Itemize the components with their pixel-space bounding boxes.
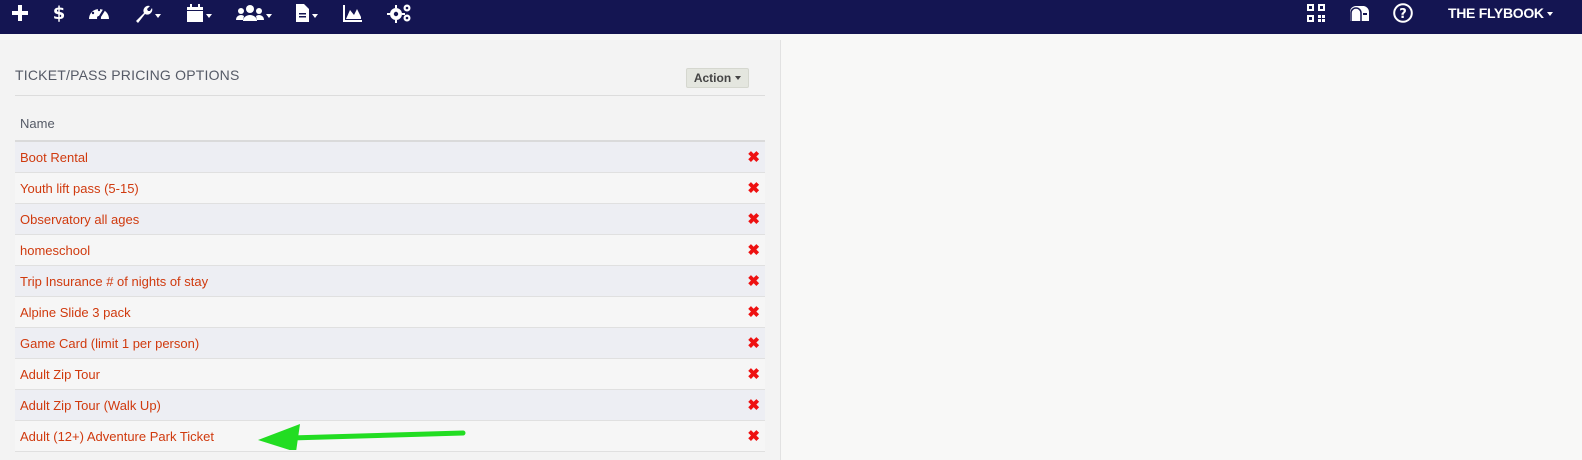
chevron-down-icon <box>1546 12 1553 16</box>
delete-icon[interactable]: ✖ <box>747 241 760 259</box>
pricing-options-table: Name Boot Rental ✖ Youth lift pass (5-15)… <box>15 106 765 452</box>
pricing-option-link[interactable]: Game Card (limit 1 per person) <box>20 336 199 351</box>
account-menu[interactable]: THE FLYBOOK <box>1448 0 1553 26</box>
brand-name: THE FLYBOOK <box>1448 5 1544 21</box>
delete-icon[interactable]: ✖ <box>747 303 760 321</box>
table-row: Game Card (limit 1 per person) ✖ <box>15 328 765 359</box>
users-icon[interactable] <box>236 0 272 26</box>
delete-icon[interactable]: ✖ <box>747 179 760 197</box>
divider <box>15 95 765 96</box>
table-row: Adult (12+) Adventure Park Ticket ✖ <box>15 421 765 452</box>
table-header: Name <box>15 106 765 142</box>
wrench-icon[interactable] <box>133 0 161 26</box>
action-dropdown-button[interactable]: Action <box>686 68 749 88</box>
delete-icon[interactable]: ✖ <box>747 365 760 383</box>
delete-icon[interactable]: ✖ <box>747 334 760 352</box>
table-row: Boot Rental ✖ <box>15 142 765 173</box>
delete-icon[interactable]: ✖ <box>747 427 760 445</box>
pricing-option-link[interactable]: Boot Rental <box>20 150 88 165</box>
svg-text:?: ? <box>1399 7 1407 22</box>
mailbox-icon[interactable] <box>1348 0 1370 26</box>
pricing-option-link[interactable]: Observatory all ages <box>20 212 139 227</box>
table-row: homeschool ✖ <box>15 235 765 266</box>
pricing-option-link[interactable]: Adult (12+) Adventure Park Ticket <box>20 429 214 444</box>
svg-text:$: $ <box>53 3 66 23</box>
delete-icon[interactable]: ✖ <box>747 148 760 166</box>
area-chart-icon[interactable] <box>343 0 363 26</box>
table-row: Observatory all ages ✖ <box>15 204 765 235</box>
document-icon[interactable] <box>295 0 318 26</box>
plus-icon[interactable] <box>11 0 29 26</box>
help-icon[interactable]: ? <box>1393 0 1413 26</box>
table-body: Boot Rental ✖ Youth lift pass (5-15) ✖ Obs… <box>15 142 765 452</box>
pricing-options-panel: TICKET/PASS PRICING OPTIONS Action Name … <box>0 40 781 460</box>
pricing-option-link[interactable]: Adult Zip Tour (Walk Up) <box>20 398 161 413</box>
panel-title: TICKET/PASS PRICING OPTIONS <box>15 67 240 83</box>
table-row: Adult Zip Tour (Walk Up) ✖ <box>15 390 765 421</box>
calendar-icon[interactable] <box>186 0 212 26</box>
table-row: Alpine Slide 3 pack ✖ <box>15 297 765 328</box>
table-row: Adult Zip Tour ✖ <box>15 359 765 390</box>
dashboard-icon[interactable] <box>87 0 111 26</box>
gears-icon[interactable] <box>387 0 413 26</box>
dollar-icon[interactable]: $ <box>52 0 66 26</box>
table-row: Trip Insurance # of nights of stay ✖ <box>15 266 765 297</box>
delete-icon[interactable]: ✖ <box>747 272 760 290</box>
delete-icon[interactable]: ✖ <box>747 396 760 414</box>
action-button-label: Action <box>693 71 732 85</box>
pricing-option-link[interactable]: Trip Insurance # of nights of stay <box>20 274 208 289</box>
pricing-option-link[interactable]: Youth lift pass (5-15) <box>20 181 139 196</box>
chevron-down-icon <box>735 76 742 80</box>
table-row: Youth lift pass (5-15) ✖ <box>15 173 765 204</box>
delete-icon[interactable]: ✖ <box>747 210 760 228</box>
pricing-option-link[interactable]: homeschool <box>20 243 90 258</box>
pricing-option-link[interactable]: Alpine Slide 3 pack <box>20 305 131 320</box>
top-navbar: $ ? THE FLYBOOK <box>0 0 1582 34</box>
qr-code-icon[interactable] <box>1307 0 1325 26</box>
pricing-option-link[interactable]: Adult Zip Tour <box>20 367 100 382</box>
column-header-name: Name <box>20 115 55 131</box>
